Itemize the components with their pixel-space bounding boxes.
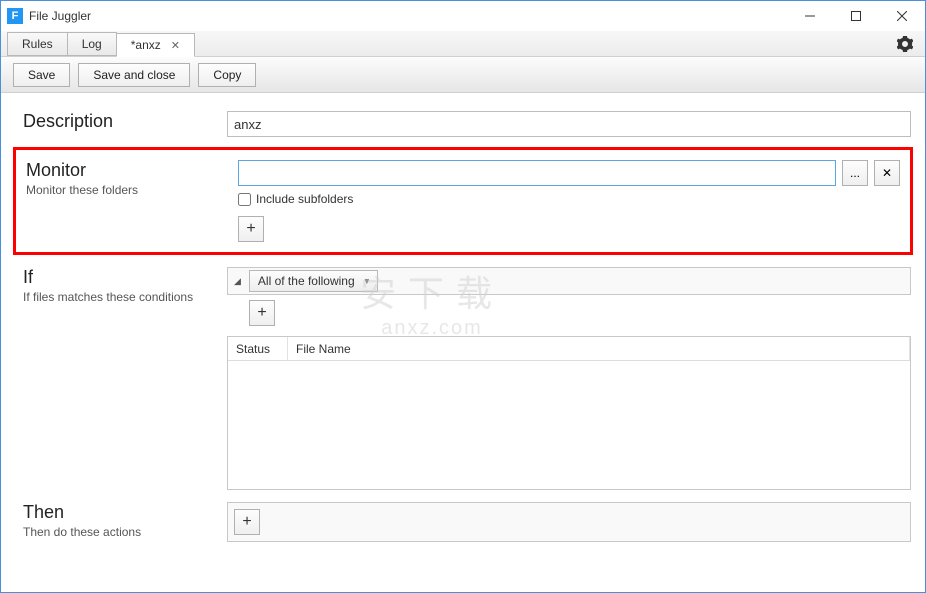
save-button[interactable]: Save — [13, 63, 70, 87]
tab-log[interactable]: Log — [67, 32, 117, 56]
tab-label: Log — [82, 37, 102, 51]
description-input[interactable] — [227, 111, 911, 137]
then-bar: + — [227, 502, 911, 542]
tab-rules[interactable]: Rules — [7, 32, 68, 56]
include-subfolders-label: Include subfolders — [256, 192, 353, 206]
app-icon: F — [7, 8, 23, 24]
browse-folder-button[interactable]: ... — [842, 160, 868, 186]
then-section: Then Then do these actions + — [15, 502, 911, 542]
then-subtitle: Then do these actions — [23, 525, 227, 539]
close-button[interactable] — [879, 1, 925, 31]
content-area: Description Monitor Monitor these folder… — [1, 93, 925, 592]
col-status[interactable]: Status — [228, 337, 288, 360]
condition-mode-label: All of the following — [258, 274, 355, 288]
tab-label: *anxz — [131, 38, 161, 52]
copy-button[interactable]: Copy — [198, 63, 256, 87]
monitor-highlight: Monitor Monitor these folders ... ✕ Incl… — [13, 147, 913, 255]
close-tab-icon[interactable]: ✕ — [171, 39, 180, 52]
then-heading: Then — [23, 502, 227, 523]
monitor-heading: Monitor — [26, 160, 238, 181]
if-heading: If — [23, 267, 227, 288]
maximize-button[interactable] — [833, 1, 879, 31]
disclosure-triangle-icon[interactable]: ◢ — [232, 276, 243, 287]
add-condition-button[interactable]: + — [249, 300, 275, 326]
remove-folder-button[interactable]: ✕ — [874, 160, 900, 186]
if-section: If If files matches these conditions ◢ A… — [15, 267, 911, 490]
if-subtitle: If files matches these conditions — [23, 290, 227, 304]
window-title: File Juggler — [29, 9, 91, 23]
tab-row: Rules Log *anxz ✕ — [1, 31, 925, 57]
title-bar: F File Juggler — [1, 1, 925, 31]
match-table: Status File Name — [227, 336, 911, 490]
tab-label: Rules — [22, 37, 53, 51]
condition-mode-dropdown[interactable]: All of the following ▾ — [249, 270, 378, 292]
settings-button[interactable] — [897, 36, 913, 55]
include-subfolders-checkbox[interactable] — [238, 193, 251, 206]
save-and-close-button[interactable]: Save and close — [78, 63, 190, 87]
monitor-subtitle: Monitor these folders — [26, 183, 238, 197]
add-action-button[interactable]: + — [234, 509, 260, 535]
monitor-path-input[interactable] — [238, 160, 836, 186]
add-monitor-folder-button[interactable]: + — [238, 216, 264, 242]
minimize-button[interactable] — [787, 1, 833, 31]
include-subfolders-row[interactable]: Include subfolders — [238, 192, 900, 206]
condition-bar: ◢ All of the following ▾ — [227, 267, 911, 295]
description-heading: Description — [23, 111, 227, 132]
col-file-name[interactable]: File Name — [288, 337, 910, 360]
tab-active-rule[interactable]: *anxz ✕ — [116, 33, 195, 57]
chevron-down-icon: ▾ — [365, 276, 370, 287]
toolbar: Save Save and close Copy — [1, 57, 925, 93]
description-section: Description — [15, 111, 911, 137]
